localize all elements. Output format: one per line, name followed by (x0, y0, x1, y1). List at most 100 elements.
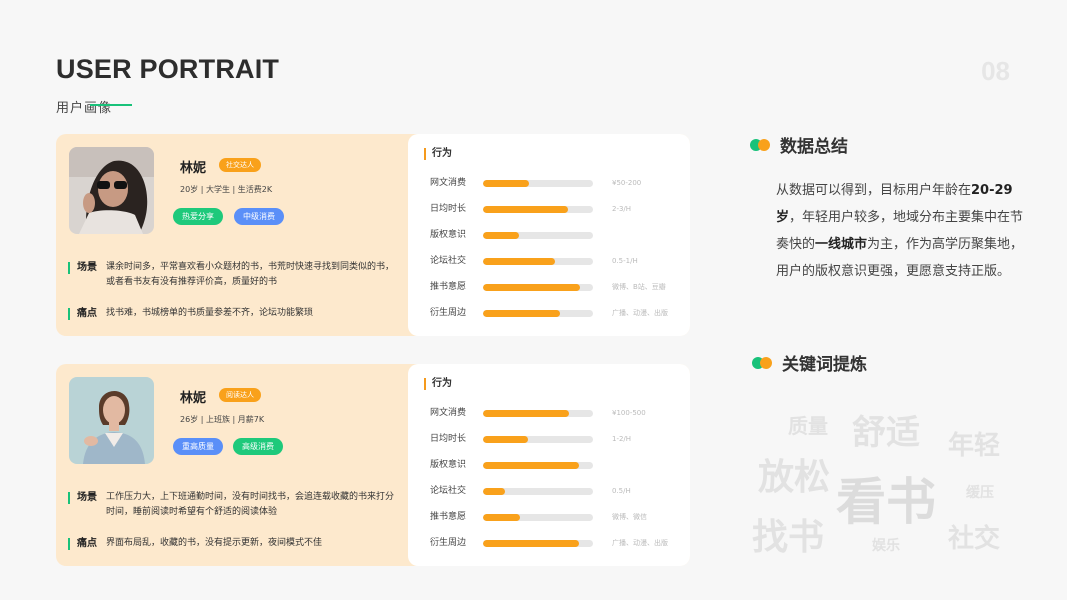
metric-note: ¥50-200 (612, 179, 642, 187)
metric-bar-track (483, 410, 593, 417)
persona-meta: 20岁 | 大学生 | 生活费2K (180, 185, 273, 194)
metric-label: 网文消费 (430, 408, 467, 418)
metric-bar-fill (483, 488, 505, 495)
keyword: 质量 (788, 414, 828, 438)
metric-label: 日均时长 (430, 434, 467, 444)
metric-row: 网文消费 ¥50-200 (430, 177, 680, 189)
metric-bar-fill (483, 258, 555, 265)
section-dots-icon (750, 139, 772, 151)
metric-note: 1-2/H (612, 435, 632, 443)
metric-bar-fill (483, 410, 569, 417)
metric-label: 衍生周边 (430, 308, 467, 318)
metric-bar-fill (483, 462, 579, 469)
summary-heading: 数据总结 (780, 137, 848, 157)
metric-row: 衍生周边 广播、动漫、出版 (430, 537, 680, 549)
keyword: 放松 (758, 457, 831, 498)
metric-bar-track (483, 206, 593, 213)
metric-bar-track (483, 436, 593, 443)
metric-label: 论坛社交 (430, 486, 467, 496)
keyword: 年轻 (948, 431, 1001, 461)
metric-label: 网文消费 (430, 178, 467, 188)
metric-note: 0.5-1/H (612, 257, 638, 265)
metric-note: 0.5/H (612, 487, 631, 495)
behavior-title: 行为 (424, 148, 452, 160)
metric-row: 推书意愿 微博、微信 (430, 511, 680, 523)
scene-label: 场景 (68, 262, 97, 274)
metric-note: 广播、动漫、出版 (612, 309, 668, 317)
page-number: 08 (981, 56, 1010, 86)
scene-text: 工作压力大，上下班通勤时间，没有时间找书，会追连载收藏的书来打分时间，睡前阅读时… (106, 492, 395, 517)
persona-pill-2: 中级消费 (234, 208, 284, 225)
metric-bar-fill (483, 284, 580, 291)
persona-card-2: 林妮 阅读达人 26岁 | 上班族 | 月薪7K 重高质量 高级消费 场景 工作… (56, 364, 690, 566)
keyword: 社交 (948, 524, 1001, 554)
behavior-panel: 行为 网文消费 ¥50-200 日均时长 2-3/H 版权意识论坛社交 0.5-1/H 推书… (408, 134, 690, 336)
subtitle-underline (90, 104, 132, 106)
persona-pill-1: 重高质量 (173, 438, 223, 455)
metric-bar-track (483, 180, 593, 187)
metric-note: 2-3/H (612, 205, 632, 213)
keyword: 看书 (836, 473, 936, 531)
scene-label: 场景 (68, 492, 97, 504)
keyword: 舒适 (852, 413, 920, 453)
persona-card-1: 林妮 社交达人 20岁 | 大学生 | 生活费2K 热爱分享 中级消费 场景 课… (56, 134, 690, 336)
behavior-title: 行为 (424, 378, 452, 390)
page-title: USER PORTRAIT (56, 54, 280, 84)
metric-bar-track (483, 284, 593, 291)
metric-row: 论坛社交 0.5-1/H (430, 255, 680, 267)
persona-pill-1: 热爱分享 (173, 208, 223, 225)
metric-label: 衍生周边 (430, 538, 467, 548)
persona-name: 林妮 (180, 391, 207, 406)
metric-label: 论坛社交 (430, 256, 467, 266)
metric-row: 推书意愿 微博、B站、豆瓣 (430, 281, 680, 293)
summary-paragraph: 从数据可以得到，目标用户年龄在20-29岁，年轻用户较多，地域分布主要集中在节奏… (776, 177, 1036, 285)
metric-row: 论坛社交 0.5/H (430, 485, 680, 497)
summary-text: 从数据可以得到，目标用户年龄在 (776, 183, 972, 198)
metric-bar-fill (483, 206, 568, 213)
metric-row: 版权意识 (430, 229, 680, 241)
metric-note: 微博、B站、豆瓣 (612, 283, 666, 291)
metric-label: 推书意愿 (430, 512, 467, 522)
section-dots-icon (752, 357, 774, 369)
metric-bar-fill (483, 540, 579, 547)
metric-note: 微博、微信 (612, 513, 647, 521)
metric-note: ¥100-500 (612, 409, 646, 417)
persona-tag: 阅读达人 (219, 388, 261, 402)
keyword: 缓压 (966, 485, 994, 501)
metric-bar-track (483, 258, 593, 265)
persona-avatar-photo (69, 147, 154, 234)
metric-row: 网文消费 ¥100-500 (430, 407, 680, 419)
metric-bar-track (483, 310, 593, 317)
pain-label: 痛点 (68, 538, 97, 550)
metric-row: 日均时长 2-3/H (430, 203, 680, 215)
persona-meta: 26岁 | 上班族 | 月薪7K (180, 415, 265, 424)
metric-label: 日均时长 (430, 204, 467, 214)
persona-name: 林妮 (180, 161, 207, 176)
metric-label: 版权意识 (430, 230, 467, 240)
summary-highlight: 一线城市 (815, 237, 868, 252)
metric-row: 日均时长 1-2/H (430, 433, 680, 445)
metric-row: 版权意识 (430, 459, 680, 471)
persona-pill-2: 高级消费 (233, 438, 283, 455)
metric-bar-track (483, 514, 593, 521)
page-subtitle: 用户画像 (56, 101, 113, 116)
scene-text: 课余时间多，平常喜欢看小众题材的书，书荒时快速寻找到同类似的书，或者看书友有没有… (106, 262, 395, 287)
metric-bar-fill (483, 232, 520, 239)
pain-text: 找书难，书城榜单的书质量参差不齐，论坛功能繁琐 (106, 308, 314, 318)
metric-bar-fill (483, 310, 560, 317)
metric-bar-track (483, 232, 593, 239)
metric-bar-track (483, 540, 593, 547)
keywords-heading: 关键词提炼 (782, 355, 867, 375)
metric-row: 衍生周边 广播、动漫、出版 (430, 307, 680, 319)
persona-avatar-photo (69, 377, 154, 464)
keyword: 娱乐 (872, 538, 900, 554)
metric-label: 推书意愿 (430, 282, 467, 292)
pain-text: 界面布局乱，收藏的书，没有提示更新，夜间模式不佳 (106, 538, 323, 548)
keyword: 找书 (752, 517, 825, 558)
metric-note: 广播、动漫、出版 (612, 539, 668, 547)
metric-bar-fill (483, 514, 521, 521)
metric-bar-fill (483, 180, 530, 187)
pain-label: 痛点 (68, 308, 97, 320)
metric-label: 版权意识 (430, 460, 467, 470)
metric-bar-track (483, 462, 593, 469)
